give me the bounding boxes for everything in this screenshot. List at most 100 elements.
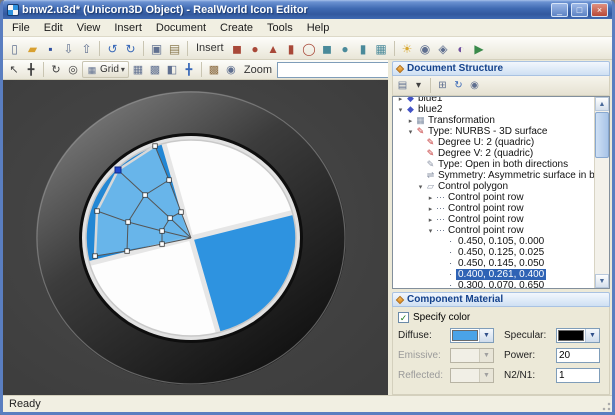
diffuse-color-picker[interactable]: ▼ <box>450 328 494 343</box>
tree-scrollbar[interactable]: ▲ ▼ <box>594 97 609 288</box>
zoom-combobox[interactable]: ▼ <box>277 62 405 78</box>
open-file-icon[interactable]: ▰ <box>24 40 41 57</box>
title-bar[interactable]: bmw2.u3d* (Unicorn3D Object) - RealWorld… <box>3 0 612 19</box>
insert-cone-icon[interactable]: ▲ <box>265 40 282 57</box>
menu-tools[interactable]: Tools <box>260 20 300 36</box>
n2n1-input[interactable] <box>556 368 600 383</box>
tree-expander-icon[interactable]: ▾ <box>396 106 405 114</box>
settings-icon[interactable]: ◉ <box>223 62 239 78</box>
power-input[interactable] <box>556 348 600 363</box>
tree-row[interactable]: ✎Type: Open in both directions <box>393 159 594 170</box>
maximize-button[interactable]: □ <box>571 3 588 17</box>
snap-grid-icon[interactable]: ▦ <box>130 62 146 78</box>
insert-box-icon[interactable]: ◼ <box>229 40 246 57</box>
chevron-down-icon[interactable]: ▼ <box>585 329 599 342</box>
zoom-tool-icon[interactable]: ◎ <box>65 62 81 78</box>
tree-row[interactable]: ▸⋯Control point row <box>393 192 594 203</box>
wireframe-view-icon[interactable]: ▩ <box>147 62 163 78</box>
import-icon[interactable]: ⇩ <box>60 40 77 57</box>
specular-color-picker[interactable]: ▼ <box>556 328 600 343</box>
menu-help[interactable]: Help <box>300 20 337 36</box>
insert-tube-icon[interactable]: ▮ <box>355 40 372 57</box>
expand-all-icon[interactable]: ⊞ <box>435 78 450 93</box>
tree-row[interactable]: ⇌Symmetry: Asymmetric surface in both di… <box>393 170 594 181</box>
tree-row[interactable]: ▾⋯Control point row <box>393 225 594 236</box>
insert-group-icon[interactable]: ◈ <box>435 40 452 57</box>
zoom-input[interactable] <box>278 63 390 77</box>
tree-expander-icon[interactable]: ▾ <box>416 183 425 191</box>
insert-torus-icon[interactable]: ◯ <box>301 40 318 57</box>
tree-expander-icon[interactable]: ▾ <box>406 128 415 136</box>
tree-expander-icon[interactable]: ▸ <box>426 205 435 213</box>
undo-icon[interactable]: ↺ <box>104 40 121 57</box>
grid-dropdown[interactable]: ▦ Grid ▾ <box>82 61 129 78</box>
tree-row[interactable]: ▸⋯Control point row <box>393 203 594 214</box>
rotate-view-icon[interactable]: ↻ <box>48 62 64 78</box>
tree-row[interactable]: ▾✎Type: NURBS - 3D surface <box>393 126 594 137</box>
scrollbar-thumb[interactable] <box>595 112 609 158</box>
tree-row[interactable]: ▸◆blue1 <box>393 96 594 104</box>
grid-label: Grid <box>100 64 119 75</box>
close-button[interactable]: × <box>591 3 608 17</box>
insert-ellipsoid-icon[interactable]: ● <box>337 40 354 57</box>
chevron-down-icon[interactable]: ▼ <box>479 329 493 342</box>
tree-row[interactable]: ▸▦Transformation <box>393 115 594 126</box>
scroll-down-icon[interactable]: ▼ <box>595 274 609 288</box>
selected-control-point[interactable] <box>115 167 121 173</box>
tree-row[interactable]: ▾◆blue2 <box>393 104 594 115</box>
tree-expander-icon[interactable]: ▾ <box>426 227 435 235</box>
document-structure-header[interactable]: Document Structure <box>392 61 610 76</box>
menu-create[interactable]: Create <box>213 20 260 36</box>
component-material-header[interactable]: Component Material <box>392 292 610 307</box>
insert-cylinder-icon[interactable]: ▮ <box>283 40 300 57</box>
3d-scene[interactable] <box>3 80 388 395</box>
new-file-icon[interactable]: ▯ <box>6 40 23 57</box>
pan-tool-icon[interactable]: ╋ <box>23 62 39 78</box>
paste-icon[interactable]: ▤ <box>166 40 183 57</box>
copy-icon[interactable]: ▣ <box>148 40 165 57</box>
tree-style-icon[interactable]: ▤ <box>395 78 410 93</box>
tree-row[interactable]: ✎Degree V: 2 (quadric) <box>393 148 594 159</box>
shaded-view-icon[interactable]: ◧ <box>164 62 180 78</box>
insert-sphere-icon[interactable]: ● <box>247 40 264 57</box>
3d-viewport[interactable] <box>3 80 388 395</box>
document-structure-tree[interactable]: ▸◆blue1▾◆blue2▸▦Transformation▾✎Type: NU… <box>392 96 610 289</box>
tree-expander-icon[interactable]: ▸ <box>426 194 435 202</box>
tree-row[interactable]: ∙0.450, 0.145, 0.050 <box>393 258 594 269</box>
menu-view[interactable]: View <box>70 20 108 36</box>
menu-edit[interactable]: Edit <box>37 20 70 36</box>
tree-row[interactable]: ∙0.450, 0.125, 0.025 <box>393 247 594 258</box>
menu-file[interactable]: File <box>5 20 37 36</box>
render-icon[interactable]: ▩ <box>206 62 222 78</box>
scroll-up-icon[interactable]: ▲ <box>595 97 609 111</box>
dropdown-arrow-icon[interactable]: ▾ <box>411 78 426 93</box>
specify-color-checkbox[interactable]: ✓ <box>398 312 409 323</box>
insert-material-icon[interactable]: ◐ <box>453 40 470 57</box>
tree-row[interactable]: ∙0.300, 0.070, 0.650 <box>393 280 594 288</box>
tree-expander-icon[interactable]: ▸ <box>406 117 415 125</box>
menu-document[interactable]: Document <box>149 20 213 36</box>
select-tool-icon[interactable]: ↖ <box>6 62 22 78</box>
insert-animation-icon[interactable]: ▶ <box>471 40 488 57</box>
save-file-icon[interactable]: ▪ <box>42 40 59 57</box>
redo-icon[interactable]: ↻ <box>122 40 139 57</box>
insert-cube-icon[interactable]: ◼ <box>319 40 336 57</box>
insert-camera-icon[interactable]: ◉ <box>417 40 434 57</box>
tree-row[interactable]: ▸⋯Control point row <box>393 214 594 225</box>
refresh-icon[interactable]: ↻ <box>451 78 466 93</box>
resize-grip[interactable] <box>599 399 611 411</box>
tree-expander-icon[interactable]: ▸ <box>426 216 435 224</box>
tree-row[interactable]: ∙0.450, 0.105, 0.000 <box>393 236 594 247</box>
minimize-button[interactable]: _ <box>551 3 568 17</box>
insert-mesh-icon[interactable]: ▦ <box>373 40 390 57</box>
insert-light-icon[interactable]: ☀ <box>399 40 416 57</box>
tree-row[interactable]: ∙0.400, 0.261, 0.400 <box>393 269 594 280</box>
pin-icon[interactable]: ◉ <box>467 78 482 93</box>
tree-row[interactable]: ▾▱Control polygon <box>393 181 594 192</box>
tree-row[interactable]: ✎Degree U: 2 (quadric) <box>393 137 594 148</box>
show-axes-icon[interactable]: ╋ <box>181 62 197 78</box>
zoom-label: Zoom <box>240 64 276 76</box>
export-icon[interactable]: ⇧ <box>78 40 95 57</box>
menu-insert[interactable]: Insert <box>107 20 149 36</box>
tree-expander-icon[interactable]: ▸ <box>396 96 405 103</box>
